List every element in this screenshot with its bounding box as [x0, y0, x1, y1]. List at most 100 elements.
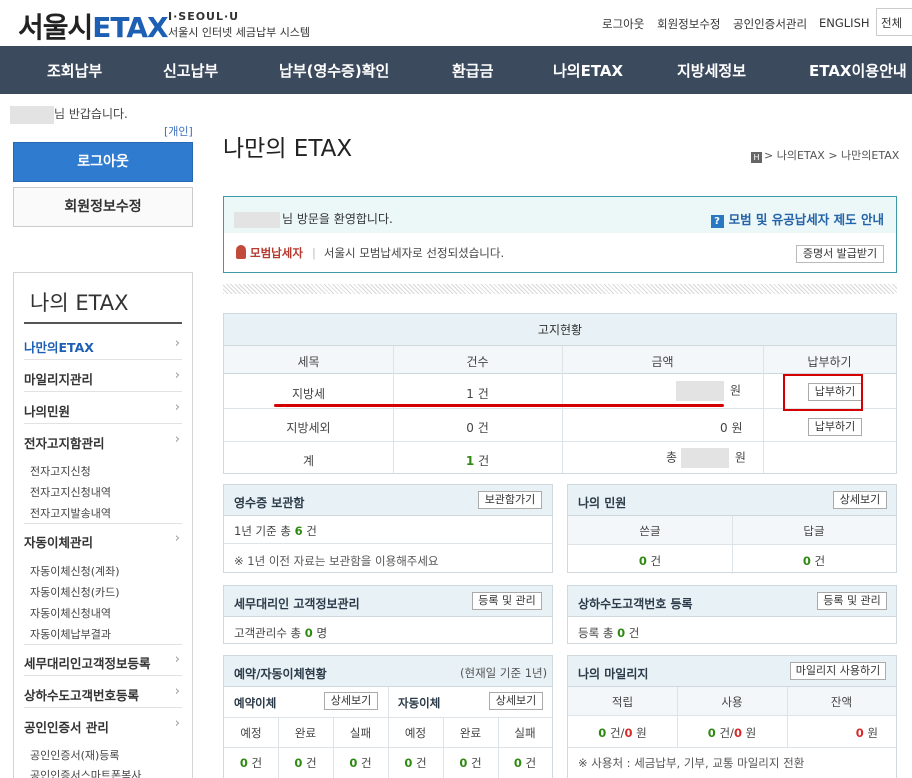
col-header-item: 세목: [297, 355, 320, 369]
mileage-earn-value: 0 건/0 원: [568, 725, 677, 741]
member-type-tag: [개인]: [164, 125, 193, 138]
auto-detail-button[interactable]: 상세보기: [489, 692, 543, 710]
edit-member-button[interactable]: 회원정보수정: [13, 187, 193, 227]
side-item-certificate[interactable]: 공인인증서 관리 ›: [24, 716, 182, 736]
gnb-item-guide[interactable]: ETAX이용안내: [809, 60, 907, 81]
reserve-scheduled-value: 0 건: [224, 755, 278, 771]
water-count-text: 등록 총 0 건: [578, 625, 639, 641]
petition-detail-button[interactable]: 상세보기: [833, 491, 887, 509]
mileage-usage-note: ※ 사용처 : 세금납부, 기부, 교통 마일리지 전환: [578, 756, 805, 770]
side-item-mileage[interactable]: 마일리지관리 ›: [24, 368, 182, 388]
row-other-item: 지방세외: [286, 421, 331, 435]
side-sub-e-notice-sent[interactable]: 전자고지발송내역: [30, 505, 111, 521]
side-item-label: 공인인증서 관리: [24, 720, 109, 735]
go-receipt-box-button[interactable]: 보관함가기: [478, 491, 542, 509]
divider: [24, 423, 182, 424]
count-value: 6: [294, 524, 303, 538]
home-icon[interactable]: H: [751, 152, 762, 163]
side-sub-e-notice-history[interactable]: 전자고지신청내역: [30, 484, 111, 500]
side-sub-auto-account[interactable]: 자동이체신청(계좌): [30, 563, 120, 579]
chevron-right-icon: ›: [174, 368, 180, 383]
mileage-use-value: 0 건/0 원: [677, 725, 787, 741]
welcome-panel: 님 방문을 환영합니다. ? 모범 및 유공납세자 제도 안내 모범납세자 | 서울…: [223, 196, 897, 273]
water-manage-button[interactable]: 등록 및 관리: [817, 592, 887, 610]
auto-col-failed: 실패: [514, 726, 536, 740]
count-unit: 건: [814, 554, 826, 568]
petition-written-value: 0 건: [568, 553, 732, 569]
count-value: 0: [802, 554, 811, 568]
amount-unit: 원: [636, 726, 647, 740]
medal-icon: [236, 245, 246, 259]
col-header-amount: 금액: [651, 355, 674, 369]
gnb-item-refund[interactable]: 환급금: [452, 60, 493, 81]
side-item-auto-transfer[interactable]: 자동이체관리 ›: [24, 531, 182, 551]
reserve-failed-value: 0 건: [333, 755, 388, 771]
amount-value: 0: [733, 726, 742, 740]
logo-en: ETAX: [92, 11, 168, 44]
side-item-my-etax[interactable]: 나만의ETAX ›: [24, 336, 182, 356]
side-sub-auto-card[interactable]: 자동이체신청(카드): [30, 584, 120, 600]
col-header-pay: 납부하기: [807, 355, 852, 369]
side-sub-e-notice-apply[interactable]: 전자고지신청: [30, 463, 91, 479]
divider: [224, 717, 552, 718]
side-menu: 나의 ETAX 나만의ETAX › 마일리지관리 › 나의민원 › 전자고지함관리 › …: [13, 272, 193, 778]
side-item-petition[interactable]: 나의민원 ›: [24, 400, 182, 420]
site-logo[interactable]: 서울시ETAX: [18, 6, 169, 46]
amount-unit: 원: [731, 421, 743, 435]
util-cert-link[interactable]: 공인인증서관리: [733, 16, 807, 32]
auto-col-done: 완료: [459, 726, 482, 740]
chevron-right-icon: ›: [174, 652, 180, 667]
reserve-detail-button[interactable]: 상세보기: [324, 692, 378, 710]
my-mileage-panel: 나의 마일리지 마일리지 사용하기 적립 사용 잔액 0 건/0 원 0 건/0…: [567, 655, 897, 778]
divider: [224, 543, 552, 544]
side-sub-auto-result[interactable]: 자동이체납부결과: [30, 626, 111, 642]
issue-certificate-button[interactable]: 증명서 발급받기: [796, 245, 884, 263]
reserve-note: (현재일 기준 1년): [460, 666, 548, 680]
util-logout-link[interactable]: 로그아웃: [602, 16, 644, 32]
amount-value: 0: [720, 421, 728, 435]
reserve-left-title: 예약이체: [234, 696, 277, 710]
logout-button[interactable]: 로그아웃: [13, 142, 193, 182]
count-unit: 건: [471, 756, 482, 770]
util-english-link[interactable]: ENGLISH: [819, 16, 870, 30]
highlight-underline: [274, 404, 724, 407]
chevron-right-icon: ›: [174, 432, 180, 447]
receipt-note: ※ 1년 이전 자료는 보관함을 이용해주세요: [234, 554, 439, 568]
util-all-menu-button[interactable]: 전체: [876, 8, 912, 36]
side-item-water[interactable]: 상하수도고객번호등록 ›: [24, 684, 182, 704]
use-mileage-button[interactable]: 마일리지 사용하기: [790, 662, 886, 680]
util-edit-info-link[interactable]: 회원정보수정: [657, 16, 720, 32]
gnb-item-receipt[interactable]: 납부(영수증)확인: [279, 60, 389, 81]
pay-other-tax-button[interactable]: 납부하기: [808, 418, 862, 436]
gnb-item-localtax[interactable]: 지방세정보: [677, 60, 746, 81]
count-unit: 건: [251, 756, 263, 770]
water-title: 상하수도고객번호 등록: [578, 597, 693, 611]
amount-value: 0: [855, 726, 864, 740]
col-header-count: 건수: [466, 355, 489, 369]
count-value: 0: [638, 554, 647, 568]
gnb-item-report[interactable]: 신고납부: [163, 60, 218, 81]
mileage-col-use: 사용: [721, 695, 743, 709]
side-item-label: 나의민원: [24, 404, 71, 419]
separator: |: [312, 246, 316, 260]
gnb-item-myetax[interactable]: 나의ETAX: [553, 60, 623, 81]
side-item-e-notice[interactable]: 전자고지함관리 ›: [24, 432, 182, 452]
count-value: 0: [513, 756, 522, 770]
side-sub-auto-history[interactable]: 자동이체신청내역: [30, 605, 111, 621]
side-sub-cert-register[interactable]: 공인인증서(재)등록: [30, 747, 120, 763]
amount-unit: 원: [730, 383, 742, 398]
divider: [24, 644, 182, 645]
side-sub-cert-copy[interactable]: 공인인증서스마트폰복사: [30, 767, 141, 778]
model-taxpayer-guide-link[interactable]: ? 모범 및 유공납세자 제도 안내: [710, 209, 884, 228]
global-nav: 조회납부 신고납부 납부(영수증)확인 환급금 나의ETAX 지방세정보 ETA…: [0, 46, 912, 94]
count-prefix: 등록 총: [578, 626, 614, 640]
row-other-amount: 0 원: [720, 419, 743, 436]
gnb-item-inquiry[interactable]: 조회납부: [47, 60, 102, 81]
petition-reply-header: 답글: [803, 524, 825, 538]
tax-agent-manage-button[interactable]: 등록 및 관리: [472, 592, 542, 610]
mileage-col-balance: 잔액: [830, 695, 853, 709]
count-unit: 건/: [609, 726, 625, 740]
side-item-tax-agent[interactable]: 세무대리인고객정보등록 ›: [24, 652, 182, 672]
chevron-right-icon: ›: [174, 336, 180, 351]
count-value: 0: [466, 421, 474, 435]
